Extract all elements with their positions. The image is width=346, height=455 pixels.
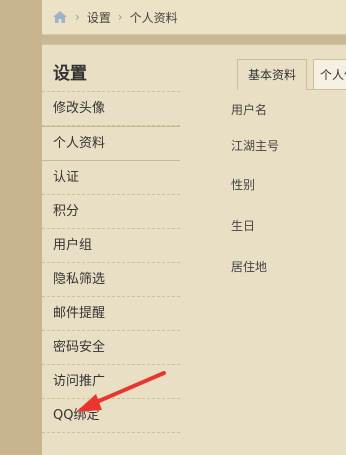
breadcrumb-separator: ›	[117, 10, 123, 24]
sidebar-item-usergroup[interactable]: 用户组	[42, 229, 180, 263]
breadcrumb-item-profile[interactable]: 个人资料	[130, 9, 178, 26]
field-label-birthday: 生日	[231, 219, 256, 233]
field-label-residence: 居住地	[231, 260, 268, 274]
sidebar-item-promotion[interactable]: 访问推广	[42, 365, 180, 399]
breadcrumb-item-settings[interactable]: 设置	[87, 9, 111, 26]
sidebar-item-verification[interactable]: 认证	[42, 161, 180, 195]
sidebar-item-password[interactable]: 密码安全	[42, 331, 180, 365]
sidebar-item-privacy[interactable]: 隐私筛选	[42, 263, 180, 297]
settings-panel: 设置 修改头像 个人资料 认证 积分 用户组 隐私筛选 邮件提醒 密码安全 访问…	[42, 44, 346, 455]
sidebar-item-profile[interactable]: 个人资料	[42, 126, 180, 161]
field-label-main-account: 江湖主号	[231, 139, 280, 153]
sidebar: 设置 修改头像 个人资料 认证 积分 用户组 隐私筛选 邮件提醒 密码安全 访问…	[42, 45, 180, 433]
breadcrumb-separator: ›	[75, 10, 80, 24]
sidebar-item-email[interactable]: 邮件提醒	[42, 297, 180, 331]
sidebar-title: 设置	[42, 45, 180, 92]
sidebar-menu: 修改头像 个人资料 认证 积分 用户组 隐私筛选 邮件提醒 密码安全 访问推广 …	[42, 92, 180, 433]
home-icon[interactable]	[52, 10, 68, 24]
field-label-username: 用户名	[231, 103, 268, 117]
page-gutter	[0, 0, 42, 454]
breadcrumb: › 设置 › 个人资料	[42, 0, 346, 35]
field-label-gender: 性别	[231, 178, 256, 192]
profile-tabs: 基本资料 个人信	[237, 59, 346, 90]
tab-personal-info[interactable]: 个人信	[313, 59, 346, 89]
sidebar-item-qq-binding[interactable]: QQ绑定	[42, 399, 180, 433]
tab-basic-info[interactable]: 基本资料	[237, 59, 307, 90]
sidebar-item-avatar[interactable]: 修改头像	[42, 92, 180, 126]
sidebar-item-points[interactable]: 积分	[42, 195, 180, 229]
